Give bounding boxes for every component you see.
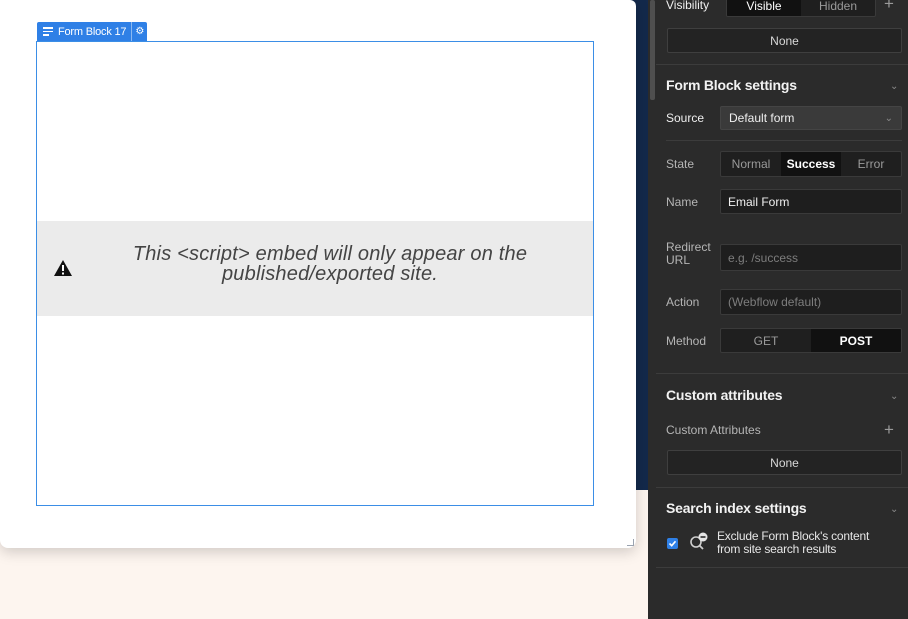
state-label: State xyxy=(666,157,695,171)
divider xyxy=(656,487,908,488)
embed-message: This <script> embed will only appear on … xyxy=(90,244,570,284)
add-visibility-condition-button[interactable]: + xyxy=(884,0,894,14)
visibility-visible-option[interactable]: Visible xyxy=(727,0,801,16)
embed-message-line-2: published/exported site. xyxy=(221,263,439,285)
custom-attributes-label: Custom Attributes xyxy=(666,423,761,437)
source-select-value: Default form xyxy=(729,111,795,125)
divider xyxy=(666,140,902,141)
custom-attributes-none-button[interactable]: None xyxy=(667,450,902,475)
exclude-search-line-2: from site search results xyxy=(717,542,837,556)
redirect-url-label: Redirect URL xyxy=(666,241,711,267)
chevron-down-icon[interactable]: ⌄ xyxy=(890,391,898,402)
name-label: Name xyxy=(666,195,699,209)
source-label: Source xyxy=(666,111,705,125)
form-block-icon xyxy=(43,27,53,36)
settings-panel: Visibility Visible Hidden + None Form Bl… xyxy=(656,0,908,619)
form-block-settings-title[interactable]: Form Block settings xyxy=(666,77,797,93)
state-success-option[interactable]: Success xyxy=(781,152,841,176)
divider xyxy=(656,373,908,374)
search-index-settings-title[interactable]: Search index settings xyxy=(666,500,807,516)
canvas-scrollbar-thumb[interactable] xyxy=(650,0,655,100)
method-post-option[interactable]: POST xyxy=(811,329,901,352)
form-block-tag-label: Form Block 17 xyxy=(58,25,127,38)
source-select[interactable]: Default form ⌄ xyxy=(720,106,902,130)
method-toggle[interactable]: GET POST xyxy=(720,328,902,353)
visibility-none-button[interactable]: None xyxy=(667,28,902,53)
exclude-search-label[interactable]: Exclude Form Block's content from site s… xyxy=(717,530,869,556)
divider xyxy=(656,567,908,568)
action-input[interactable]: (Webflow default) xyxy=(720,289,902,315)
method-label: Method xyxy=(666,334,707,348)
embed-message-line-1: This <script> embed will only appear on … xyxy=(132,243,528,265)
chevron-down-icon: ⌄ xyxy=(884,112,893,124)
chevron-down-icon[interactable]: ⌄ xyxy=(890,81,898,92)
state-toggle[interactable]: Normal Success Error xyxy=(720,151,902,177)
redirect-label-line-1: Redirect xyxy=(666,240,711,254)
gear-icon[interactable]: ⚙ xyxy=(131,22,147,41)
warning-icon xyxy=(54,260,72,276)
redirect-label-line-2: URL xyxy=(666,253,691,267)
exclude-search-checkbox[interactable] xyxy=(667,538,678,549)
checkmark-icon xyxy=(668,540,677,547)
state-error-option[interactable]: Error xyxy=(841,152,901,176)
visibility-toggle[interactable]: Visible Hidden xyxy=(726,0,876,17)
method-get-option[interactable]: GET xyxy=(721,329,811,352)
resize-handle[interactable] xyxy=(627,539,634,546)
visibility-label: Visibility xyxy=(666,0,710,12)
divider xyxy=(656,64,908,65)
chevron-down-icon[interactable]: ⌄ xyxy=(890,504,898,515)
name-input[interactable]: Email Form xyxy=(720,189,902,214)
custom-attributes-title[interactable]: Custom attributes xyxy=(666,387,783,403)
state-normal-option[interactable]: Normal xyxy=(721,152,781,176)
visibility-hidden-option[interactable]: Hidden xyxy=(801,0,875,16)
redirect-url-input[interactable]: e.g. /success xyxy=(720,244,902,271)
form-block-tag[interactable]: Form Block 17 ⚙ xyxy=(37,22,148,41)
add-attribute-button[interactable]: + xyxy=(884,420,894,440)
search-exclude-icon xyxy=(690,532,708,550)
action-label: Action xyxy=(666,295,700,309)
